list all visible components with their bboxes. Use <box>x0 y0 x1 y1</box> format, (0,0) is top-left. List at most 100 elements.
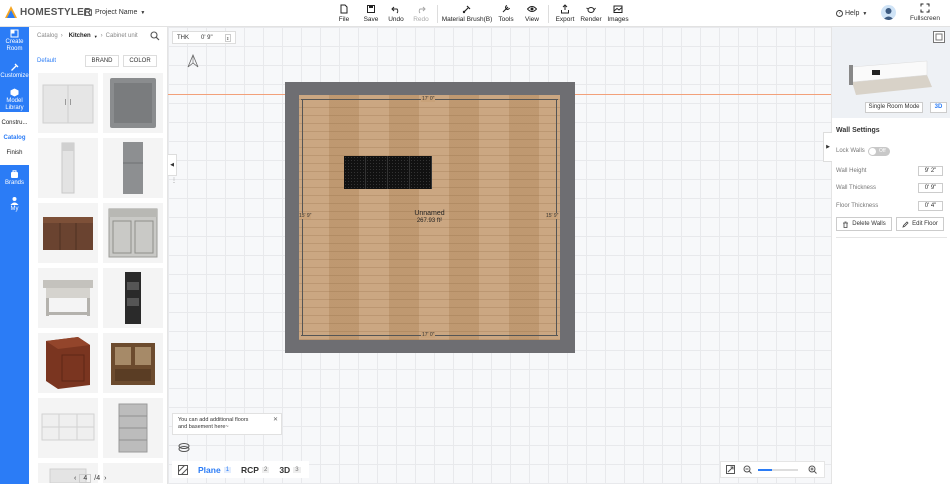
cherry-corner-cabinet-image <box>46 337 90 389</box>
save-button[interactable]: Save <box>360 2 382 26</box>
wall-height-input[interactable]: 9' 2" <box>918 166 943 176</box>
placed-cabinet-group[interactable] <box>344 156 432 189</box>
render-button[interactable]: Render <box>580 2 602 26</box>
product-black-wine-rack[interactable] <box>103 268 163 328</box>
product-kitchen-island[interactable] <box>38 268 98 328</box>
page-number-input[interactable]: 4 <box>79 474 92 483</box>
brands-icon <box>11 170 18 178</box>
view-button[interactable]: View <box>521 2 543 26</box>
fit-view-icon[interactable] <box>726 465 735 474</box>
wall-thickness-control: THK 0' 9" ⇕ <box>172 31 236 44</box>
crumb-cabinet-unit[interactable]: Cabinet unit <box>106 33 138 39</box>
submenu-catalog[interactable]: Catalog <box>0 131 29 146</box>
rcp-view-shortcut: 2 <box>261 466 270 473</box>
next-page-icon[interactable]: › <box>104 475 106 482</box>
product-gray-vanity-cabinet[interactable] <box>103 203 163 263</box>
product-tall-gray-cabinet[interactable] <box>103 138 163 198</box>
zoom-slider[interactable] <box>758 468 798 471</box>
catalog-panel: Catalog › Kitchen ▼ › Cabinet unit Defau… <box>29 27 168 484</box>
floorplan-canvas[interactable]: THK 0' 9" ⇕ 17' 0" 17' 0" 15' 9" 15' 9" … <box>168 27 831 484</box>
project-name-dropdown[interactable]: Project Name ▼ <box>84 9 145 16</box>
filter-bar: Default BRAND COLOR <box>37 55 165 67</box>
product-narrow-white-cabinet[interactable] <box>38 138 98 198</box>
chevron-down-icon: ▼ <box>93 33 98 39</box>
3d-toggle-button[interactable]: 3D <box>930 102 947 113</box>
lock-walls-toggle[interactable]: Off <box>868 147 890 156</box>
logo[interactable]: HOMESTYLER <box>5 6 91 18</box>
room-area: 267.93 ft² <box>416 218 443 224</box>
prev-page-icon[interactable]: ‹ <box>74 475 76 482</box>
3d-view-tab[interactable]: 3D <box>279 465 290 475</box>
undo-button[interactable]: Undo <box>385 2 407 26</box>
tools-button[interactable]: Tools <box>495 2 517 26</box>
save-icon <box>367 5 375 13</box>
redo-button[interactable]: Redo <box>410 2 432 26</box>
material-brush-button[interactable]: Material Brush(B) <box>442 2 492 26</box>
crumb-kitchen[interactable]: Kitchen <box>69 33 91 39</box>
product-white-double-cabinet[interactable] <box>38 73 98 133</box>
placed-cabinet[interactable] <box>410 156 432 189</box>
export-button[interactable]: Export <box>554 2 576 26</box>
nav-model-library[interactable]: Model Library <box>0 85 29 112</box>
placed-cabinet[interactable] <box>344 156 366 189</box>
export-icon <box>561 4 569 14</box>
rcp-view-tab[interactable]: RCP <box>241 465 259 475</box>
zoom-slider-fill <box>758 468 772 471</box>
product-cherry-corner-cabinet[interactable] <box>38 333 98 393</box>
room-name[interactable]: Unnamed <box>299 210 560 217</box>
plane-view-tab[interactable]: Plane <box>198 465 221 475</box>
zoom-out-icon[interactable] <box>743 465 752 474</box>
floor-thickness-input[interactable]: 0' 4" <box>918 201 943 211</box>
collapse-right-panel-handle[interactable]: ▶ <box>823 132 832 162</box>
crumb-catalog[interactable]: Catalog <box>37 33 58 39</box>
room-walls[interactable]: 17' 0" 17' 0" 15' 9" 15' 9" Unnamed 267.… <box>285 82 575 353</box>
brand-filter-button[interactable]: BRAND <box>85 55 119 67</box>
top-toolbar: HOMESTYLER Project Name ▼ File Save Undo… <box>0 0 950 27</box>
nav-brands[interactable]: Brands <box>0 165 29 191</box>
submenu-construction[interactable]: Constru... <box>0 116 29 131</box>
wall-thickness-label: Wall Thickness <box>836 185 877 191</box>
homestyler-logo-icon <box>5 6 17 18</box>
compass-icon[interactable] <box>187 54 199 68</box>
thk-input[interactable]: 0' 9" <box>201 35 213 41</box>
single-room-mode-button[interactable]: Single Room Mode <box>865 102 923 113</box>
product-white-drawer-console[interactable] <box>38 398 98 458</box>
nav-customize[interactable]: Customize <box>0 56 29 85</box>
placed-cabinet[interactable] <box>388 156 410 189</box>
hatch-pattern-icon[interactable] <box>178 464 188 475</box>
edit-floor-button[interactable]: Edit Floor <box>896 217 944 231</box>
room-floor[interactable]: 17' 0" 17' 0" 15' 9" 15' 9" Unnamed 267.… <box>299 95 560 340</box>
floors-layers-icon[interactable] <box>176 440 192 456</box>
product-wood-hutch[interactable] <box>103 333 163 393</box>
nav-create-room[interactable]: Create Room <box>0 27 29 56</box>
thk-stepper[interactable]: ⇕ <box>224 33 231 42</box>
3d-preview[interactable]: Single Room Mode 3D <box>832 27 950 118</box>
help-dropdown[interactable]: ? Help ▼ <box>836 10 867 17</box>
nav-my[interactable]: My <box>0 191 29 217</box>
avatar[interactable] <box>881 5 896 20</box>
images-button[interactable]: Images <box>606 2 630 26</box>
file-button[interactable]: File <box>334 2 354 26</box>
left-nav: Create Room Customize Model Library Cons… <box>0 27 29 484</box>
panel-divider <box>836 237 947 238</box>
color-filter-button[interactable]: COLOR <box>123 55 157 67</box>
delete-walls-button[interactable]: Delete Walls <box>836 217 892 231</box>
layout-toggle-icon[interactable] <box>933 31 945 43</box>
user-avatar-icon <box>883 8 894 20</box>
collapse-catalog-handle[interactable]: ◀ <box>168 154 177 176</box>
product-steel-drawer-cabinet[interactable] <box>103 398 163 458</box>
sort-default[interactable]: Default <box>37 58 81 64</box>
product-empty-slot[interactable] <box>103 463 163 483</box>
submenu-finish[interactable]: Finish <box>0 146 29 161</box>
drag-grip-icon[interactable]: ⋮ <box>171 177 177 184</box>
teapot-icon <box>586 7 596 13</box>
search-icon[interactable] <box>150 31 160 41</box>
floors-tooltip: You can add additional floors and baseme… <box>172 413 282 435</box>
zoom-in-icon[interactable] <box>808 465 817 474</box>
product-gray-base-cabinet[interactable] <box>103 73 163 133</box>
wall-thickness-input[interactable]: 0' 9" <box>918 183 943 193</box>
placed-cabinet[interactable] <box>366 156 388 189</box>
close-icon[interactable]: ✕ <box>273 417 278 424</box>
fullscreen-button[interactable]: Fullscreen <box>910 3 940 22</box>
product-wood-sideboard[interactable] <box>38 203 98 263</box>
